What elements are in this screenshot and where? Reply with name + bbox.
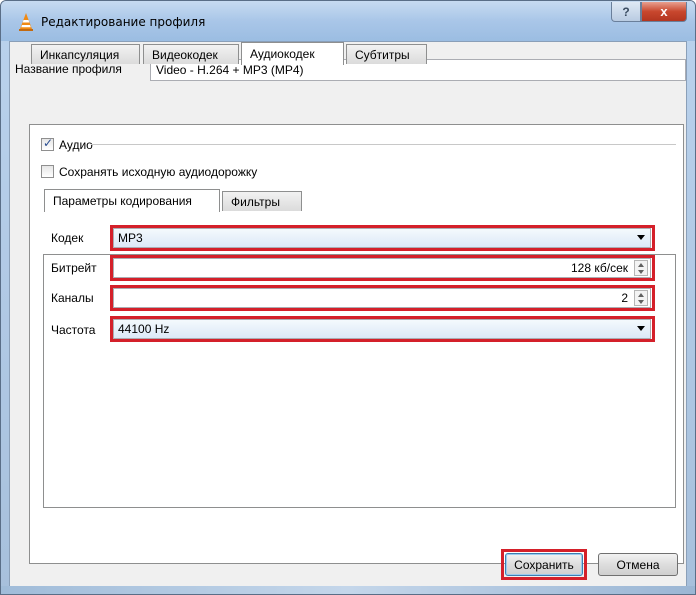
profile-name-label: Название профиля xyxy=(15,62,122,76)
bitrate-spinbox[interactable]: 128 кб/сек xyxy=(113,258,651,278)
tab-video-codec[interactable]: Видеокодек xyxy=(143,44,239,64)
window-title: Редактирование профиля xyxy=(41,15,206,29)
bitrate-label: Битрейт xyxy=(51,261,97,275)
codec-value: MP3 xyxy=(118,231,143,245)
codec-label: Кодек xyxy=(51,231,84,245)
close-button[interactable]: x xyxy=(641,2,687,22)
chevron-down-icon xyxy=(637,326,645,331)
subtab-encoding-params[interactable]: Параметры кодирования xyxy=(44,189,220,212)
channels-label: Каналы xyxy=(51,291,94,305)
subtab-filters[interactable]: Фильтры xyxy=(222,191,302,211)
codec-select[interactable]: MP3 xyxy=(113,228,651,248)
save-button[interactable]: Сохранить xyxy=(505,553,583,576)
channels-value: 2 xyxy=(621,291,628,305)
spin-arrows-icon[interactable] xyxy=(634,290,648,306)
save-button-label: Сохранить xyxy=(514,557,574,572)
close-icon: x xyxy=(660,4,668,19)
dialog-body: Название профиля Video - H.264 + MP3 (MP… xyxy=(9,41,687,589)
audio-enable-label: Аудио xyxy=(59,138,93,152)
keep-original-audio-label: Сохранять исходную аудиодорожку xyxy=(59,165,258,179)
tab-encapsulation[interactable]: Инкапсуляция xyxy=(31,44,140,64)
samplerate-label: Частота xyxy=(51,323,96,337)
audio-group-divider xyxy=(91,144,676,145)
window-bottom-edge xyxy=(1,586,695,594)
channels-spinbox[interactable]: 2 xyxy=(113,288,651,308)
tab-audio-codec[interactable]: Аудиокодек xyxy=(241,42,344,65)
audio-enable-checkbox[interactable] xyxy=(41,136,54,151)
help-button[interactable]: ? xyxy=(611,2,641,22)
vlc-cone-icon xyxy=(19,13,33,31)
samplerate-select[interactable]: 44100 Hz xyxy=(113,319,651,339)
title-bar[interactable]: Редактирование профиля ? x xyxy=(1,1,695,41)
cancel-button[interactable]: Отмена xyxy=(598,553,678,576)
cancel-button-label: Отмена xyxy=(616,557,660,572)
bitrate-value: 128 кб/сек xyxy=(571,261,628,275)
samplerate-value: 44100 Hz xyxy=(118,322,170,336)
profile-editor-window: Редактирование профиля ? x Название проф… xyxy=(0,0,696,595)
chevron-down-icon xyxy=(637,235,645,240)
spin-arrows-icon[interactable] xyxy=(634,260,648,276)
tab-subtitles[interactable]: Субтитры xyxy=(346,44,427,64)
help-icon: ? xyxy=(622,4,630,19)
keep-original-audio-checkbox[interactable] xyxy=(41,165,54,178)
